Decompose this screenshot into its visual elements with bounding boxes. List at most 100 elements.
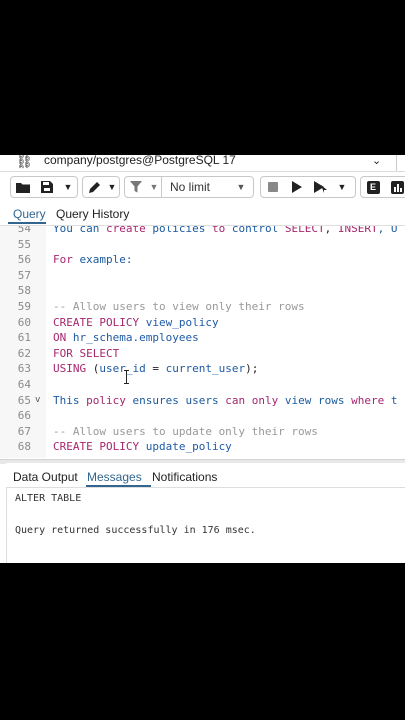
edit-button-group: ▼ [82,176,120,198]
line-number: 62 [17,346,31,360]
filter-options-chevron-icon[interactable]: ▼ [147,177,161,197]
line-number: 64 [17,378,31,391]
execute-button[interactable] [285,177,309,197]
edit-button[interactable] [83,177,105,197]
save-file-button[interactable] [35,177,59,197]
code-token: where [351,393,385,407]
active-tab-indicator [86,485,151,487]
code-text: You can create policies to control SELEC… [53,226,397,237]
code-token: SELECT [284,226,325,235]
explain-button[interactable]: E [361,177,385,197]
code-line[interactable]: 68 CREATE POLICY update_policy [0,439,405,455]
code-token: For [53,253,73,267]
message-line: ALTER TABLE [15,493,82,504]
code-token: This [53,393,87,407]
chevron-down-icon[interactable]: ⌄ [372,155,381,169]
query-tool-window: ⛓ company/postgres@PostgreSQL 17 ⌄ ▼ ▼ ▼… [0,155,405,563]
line-number: 67 [17,424,31,438]
code-token: -- Allow users to view only their rows [53,300,305,313]
row-limit-select[interactable]: No limit [162,180,232,194]
active-tab-indicator [8,222,46,224]
code-token: -- Allow users to update only their rows [53,424,318,438]
code-token: control [225,226,285,235]
code-line[interactable]: 60 CREATE POLICY view_policy [0,315,405,331]
execute-button-group: ▼ [260,176,356,198]
save-options-chevron-icon[interactable]: ▼ [59,177,77,197]
execute-options-chevron-icon[interactable]: ▼ [333,177,351,197]
code-line[interactable]: 66 [0,408,405,424]
line-number: 66 [17,409,31,423]
code-token: view rows [278,393,352,407]
tab-notifications[interactable]: Notifications [152,469,217,485]
connection-label: company/postgres@PostgreSQL 17 [44,155,236,167]
fold-chevron-icon[interactable]: v [35,393,40,409]
file-button-group: ▼ [10,176,78,198]
filter-limit-group: ▼ No limit ▼ [124,176,254,198]
code-token: to [211,226,226,235]
code-token: USING [53,362,87,376]
line-number: 68 [17,440,31,454]
code-line[interactable]: 63 USING (user_id = current_user); [0,361,405,377]
code-line[interactable]: 56 For example: [0,252,405,268]
code-token: update_policy [139,440,232,454]
code-line[interactable]: 64 [0,377,405,393]
pencil-icon [88,181,100,193]
code-line[interactable]: 55 [0,237,405,253]
code-line[interactable]: 54 You can create policies to control SEL… [0,226,405,237]
line-number: 65 [17,393,31,407]
tab-messages[interactable]: Messages [87,469,142,485]
code-token: CREATE POLICY [53,440,140,454]
execute-script-button[interactable] [309,177,333,197]
code-line[interactable]: 61 ON hr_schema.employees [0,330,405,346]
tab-data-output[interactable]: Data Output [13,469,78,485]
code-line[interactable]: 58 [0,283,405,299]
filter-button[interactable] [125,177,147,197]
messages-panel: ALTER TABLE Query returned successfully … [6,488,405,563]
code-text: For example: [53,252,132,268]
code-token: current_user [165,362,246,376]
code-token: ); [245,362,259,376]
code-line[interactable]: 62 FOR SELECT [0,346,405,362]
sql-code-editor[interactable]: 54 You can create policies to control SEL… [0,226,405,458]
stop-button[interactable] [261,177,285,197]
code-token: , U [377,226,398,235]
line-number: 56 [17,253,31,267]
line-number: 55 [17,237,31,251]
query-toolbar: ▼ ▼ ▼ No limit ▼ ▼ E [0,172,405,202]
code-text: USING (user_id = current_user); [53,361,258,377]
explain-analyze-button[interactable] [385,177,405,197]
code-token: ON [53,331,67,345]
code-token: example: [72,253,133,267]
code-token: ( [86,362,100,376]
open-file-button[interactable] [11,177,35,197]
row-limit-chevron-icon[interactable]: ▼ [232,177,250,197]
code-line[interactable]: 67 -- Allow users to update only their ro… [0,424,405,440]
code-token: INSERT [337,226,378,235]
code-token: view_policy [139,315,219,329]
code-text: CREATE POLICY update_policy [53,439,232,455]
message-line: Query returned successfully in 176 msec. [15,525,256,536]
code-line[interactable]: 57 [0,268,405,284]
editor-tab-bar: Query Query History [0,203,405,226]
code-line[interactable]: 59 -- Allow users to view only their rows [0,299,405,315]
explain-icon: E [366,180,380,194]
output-tab-bar: Data Output Messages Notifications [6,463,405,488]
line-number: 54 [17,226,31,235]
divider [396,155,397,171]
code-token: FOR SELECT [53,346,120,360]
line-number: 57 [17,268,31,282]
code-line[interactable]: 65 v This policy ensures users can only vi… [0,393,405,409]
edit-options-chevron-icon[interactable]: ▼ [105,177,119,197]
code-token: ensures users [125,393,226,407]
play-icon [292,181,302,193]
connection-bar[interactable]: ⛓ company/postgres@PostgreSQL 17 ⌄ [0,155,405,172]
code-token: hr_schema.employees [66,331,199,345]
text-cursor-icon [124,370,130,384]
code-token: = [145,362,166,376]
code-token: , [324,226,338,235]
code-text: FOR SELECT [53,346,119,362]
tab-query-history[interactable]: Query History [56,206,129,222]
code-text: -- Allow users to update only their rows [53,424,318,440]
tab-query[interactable]: Query [13,206,46,222]
